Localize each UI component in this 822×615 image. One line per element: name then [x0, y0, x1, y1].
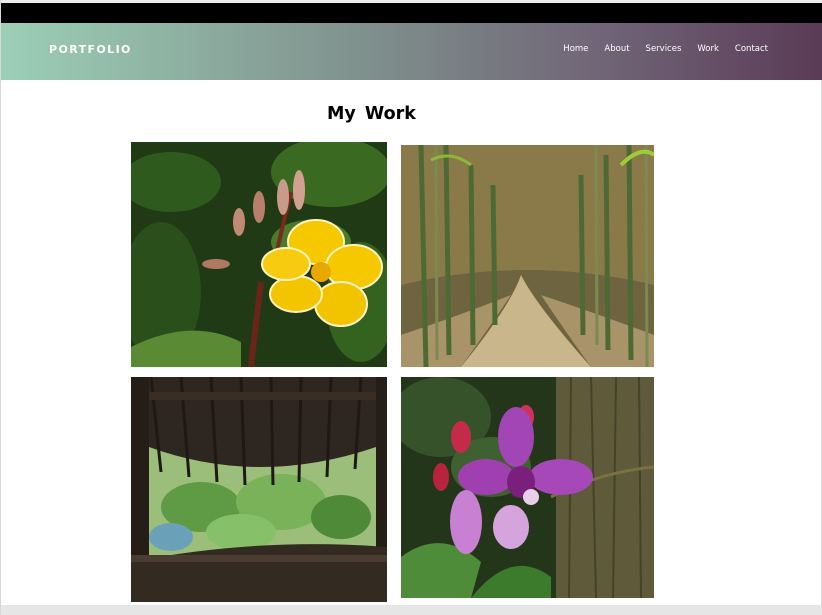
gallery-image-plumeria[interactable] [131, 142, 387, 367]
browser-bottom-edge [1, 605, 822, 615]
nav-link-services[interactable]: Services [646, 44, 682, 54]
nav-link-home[interactable]: Home [563, 44, 588, 54]
gallery-image-hut-window[interactable] [131, 377, 387, 602]
page: PORTFOLIO Home About Services Work Conta… [0, 0, 822, 615]
navbar: PORTFOLIO Home About Services Work Conta… [1, 23, 822, 80]
brand-logo[interactable]: PORTFOLIO [49, 43, 132, 56]
gallery-image-orchid[interactable] [401, 377, 654, 598]
gallery-image-bamboo[interactable] [401, 145, 654, 367]
top-black-band [1, 3, 822, 23]
nav-link-work[interactable]: Work [697, 44, 719, 54]
nav-links: Home About Services Work Contact [563, 44, 768, 54]
section-title: My Work [327, 104, 416, 124]
nav-link-contact[interactable]: Contact [735, 44, 768, 54]
nav-link-about[interactable]: About [604, 44, 629, 54]
